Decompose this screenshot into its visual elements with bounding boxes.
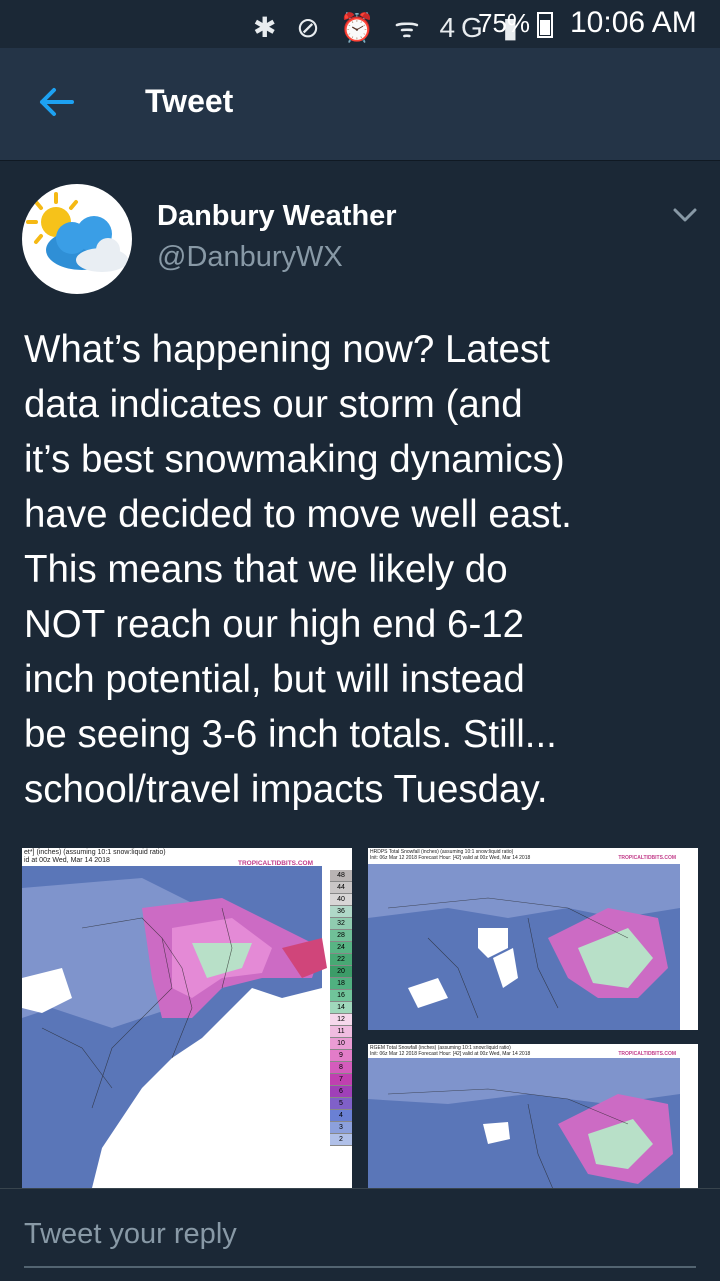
- legend-tick: 9: [330, 1050, 352, 1062]
- legend-tick: 12: [330, 1014, 352, 1026]
- map-caption: HRDPS Total Snowfall (inches) (assuming …: [370, 849, 531, 861]
- legend-tick: 24: [330, 942, 352, 954]
- legend-tick: 10: [330, 1038, 352, 1050]
- status-clock: 10:06 AM: [570, 6, 697, 39]
- map-source-label: TROPICALTIDBITS.COM: [618, 1051, 676, 1057]
- top-app-bar: [0, 48, 720, 161]
- user-handle[interactable]: @DanburyWX: [157, 241, 343, 274]
- chevron-down-icon[interactable]: [672, 206, 698, 224]
- map-image: [22, 848, 352, 1188]
- legend-tick: 14: [330, 1002, 352, 1014]
- tweet-media[interactable]: et*] (inches) (assuming 10:1 snow:liquid…: [22, 848, 698, 1188]
- map-image: [368, 848, 698, 1030]
- display-name[interactable]: Danbury Weather: [157, 200, 397, 233]
- tweet-text: What’s happening now? Latest data indica…: [24, 328, 572, 811]
- snowfall-map-left[interactable]: et*] (inches) (assuming 10:1 snow:liquid…: [22, 848, 352, 1188]
- legend-tick: 11: [330, 1026, 352, 1038]
- reply-input-underline: [24, 1266, 696, 1268]
- legend-tick: 8: [330, 1062, 352, 1074]
- back-arrow-icon[interactable]: [36, 82, 76, 122]
- status-bar: ✱ ⊘ ⏰ ᯤ 4G ▮ 75% 10:06 AM: [0, 0, 720, 48]
- legend-tick: 22: [330, 954, 352, 966]
- map-image: [368, 1044, 698, 1188]
- legend-tick: 18: [330, 978, 352, 990]
- legend-tick: 7: [330, 1074, 352, 1086]
- battery-percentage: 75%: [478, 8, 531, 38]
- legend-tick: 2: [330, 1134, 352, 1146]
- map-caption: RGEM Total Snowfall (inches) (assuming 1…: [370, 1045, 531, 1057]
- legend-tick: 5: [330, 1098, 352, 1110]
- legend-tick: 36: [330, 906, 352, 918]
- legend-tick: 44: [330, 882, 352, 894]
- legend-tick: 40: [330, 894, 352, 906]
- battery-icon: [537, 12, 553, 38]
- legend-tick: 16: [330, 990, 352, 1002]
- legend-tick: 6: [330, 1086, 352, 1098]
- snowfall-legend: 48 44 40 36 32 28 24 22 20 18 16 14 12 1…: [330, 870, 352, 1146]
- legend-tick: 48: [330, 870, 352, 882]
- snowfall-map-hrdps[interactable]: HRDPS Total Snowfall (inches) (assuming …: [368, 848, 698, 1030]
- legend-tick: 20: [330, 966, 352, 978]
- map-source-label: TROPICALTIDBITS.COM: [618, 855, 676, 861]
- avatar[interactable]: [22, 184, 132, 294]
- partly-cloudy-icon: [26, 192, 128, 272]
- legend-tick: 32: [330, 918, 352, 930]
- reply-input[interactable]: Tweet your reply: [24, 1218, 237, 1251]
- legend-tick: 28: [330, 930, 352, 942]
- page-title: Tweet: [145, 83, 234, 119]
- snowfall-map-rgem[interactable]: RGEM Total Snowfall (inches) (assuming 1…: [368, 1044, 698, 1188]
- legend-tick: 4: [330, 1110, 352, 1122]
- map-source-label: TROPICALTIDBITS.COM: [238, 860, 313, 867]
- legend-tick: 3: [330, 1122, 352, 1134]
